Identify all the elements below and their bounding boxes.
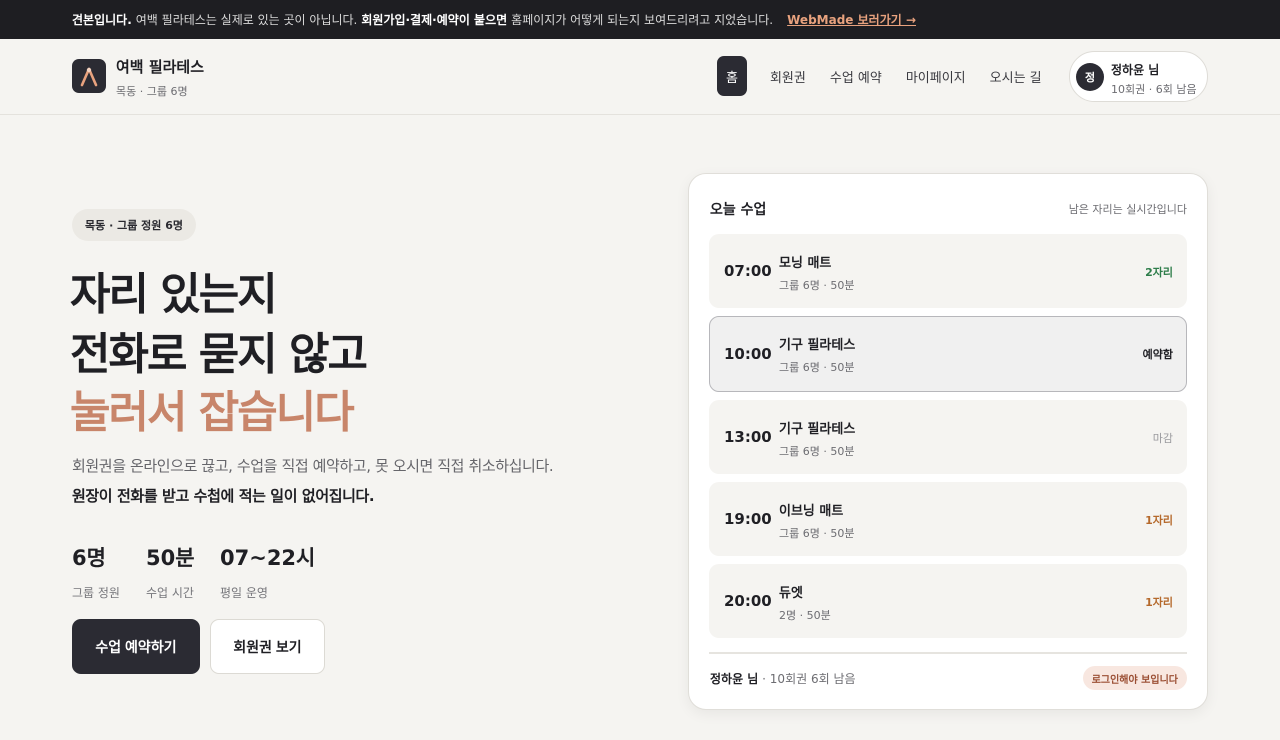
class-status: 1자리 [1145,596,1173,609]
banner-bold: 회원가입·결제·예약이 붙으면 [361,13,508,27]
class-name: 이브닝 매트 [779,504,844,519]
book-class-button[interactable]: 수업 예약하기 [72,619,200,674]
class-time: 20:00 [724,592,772,610]
login-required-badge: 로그인해야 보입니다 [1082,666,1187,690]
class-time: 13:00 [724,428,772,446]
class-status: 2자리 [1145,266,1173,279]
class-time: 07:00 [724,262,772,280]
footer-user-info: 정하윤 님 · 10회권 6회 남음 [710,670,856,687]
class-status: 예약함 [1142,348,1173,361]
class-meta: 그룹 6명 · 50분 [779,527,855,540]
location-pill: 목동 · 그룹 정원 6명 [72,209,196,241]
class-name: 듀엣 [779,586,803,601]
user-account-chip[interactable]: 정 정하윤 님 10회권 · 6회 남음 [1069,51,1208,102]
user-remaining-sessions: 10회권 · 6회 남음 [1111,83,1197,96]
footer-user-name: 정하윤 님 [710,672,759,686]
class-row[interactable]: 19:00 이브닝 매트 그룹 6명 · 50분 1자리 [709,482,1187,556]
nav-mypage[interactable]: 마이페이지 [894,56,978,96]
class-time: 19:00 [724,510,772,528]
nav-directions[interactable]: 오시는 길 [978,56,1054,96]
main-nav: 홈 회원권 수업 예약 마이페이지 오시는 길 [717,56,1054,96]
nav-home[interactable]: 홈 [717,56,747,96]
stat-value: 07~22시 [220,546,316,570]
stat-capacity: 6명 그룹 정원 [72,542,120,601]
class-row-booked[interactable]: 10:00 기구 필라테스 그룹 6명 · 50분 예약함 [709,316,1187,392]
class-status: 마감 [1152,432,1173,445]
view-membership-button[interactable]: 회원권 보기 [210,619,325,674]
class-row[interactable]: 20:00 듀엣 2명 · 50분 1자리 [709,564,1187,638]
stat-value: 50분 [146,546,195,570]
class-name: 기구 필라테스 [779,422,856,437]
today-schedule-card: 오늘 수업 남은 자리는 실시간입니다 07:00 모닝 매트 그룹 6명 · … [688,173,1208,710]
class-row[interactable]: 07:00 모닝 매트 그룹 6명 · 50분 2자리 [709,234,1187,308]
banner-text: 여백 필라테스는 실제로 있는 곳이 아닙니다. [135,13,358,27]
footer-remaining: · 10회권 6회 남음 [762,672,856,686]
class-meta: 그룹 6명 · 50분 [779,445,855,458]
class-meta: 그룹 6명 · 50분 [779,279,855,292]
brand-name[interactable]: 여백 필라테스 [116,56,204,77]
class-name: 모닝 매트 [779,256,832,271]
top-banner: 견본입니다. 여백 필라테스는 실제로 있는 곳이 아닙니다. 회원가입·결제·… [0,0,1280,39]
webmade-link[interactable]: WebMade 보러가기 → [787,11,916,28]
stat-value: 6명 [72,546,106,570]
hero-title-line-1: 자리 있는지 [70,269,278,320]
class-row-full: 13:00 기구 필라테스 그룹 6명 · 50분 마감 [709,400,1187,474]
user-name: 정하윤 님 [1111,63,1160,77]
hero-description-bold: 원장이 전화를 받고 수첩에 적는 일이 없어집니다. [72,487,375,505]
nav-class-booking[interactable]: 수업 예약 [818,56,894,96]
banner-text-2: 홈페이지가 어떻게 되는지 보여드리려고 지었습니다. [511,13,774,27]
hero-title-line-3: 눌러서 잡습니다 [70,387,355,438]
class-meta: 2명 · 50분 [779,609,831,622]
logo-icon[interactable] [72,59,106,93]
stat-label: 그룹 정원 [72,586,120,600]
hero-title-line-2: 전화로 묻지 않고 [70,329,368,380]
card-title: 오늘 수업 [710,202,767,218]
class-status: 1자리 [1145,514,1173,527]
stat-label: 수업 시간 [146,586,194,600]
card-note: 남은 자리는 실시간입니다 [1068,203,1187,216]
site-header: 여백 필라테스 목동 · 그룹 6명 홈 회원권 수업 예약 마이페이지 오시는… [0,39,1280,115]
card-divider [709,652,1187,654]
class-name: 기구 필라테스 [779,338,856,353]
hero-description: 회원권을 온라인으로 끊고, 수업을 직접 예약하고, 못 오시면 직접 취소하… [72,457,554,475]
avatar: 정 [1076,63,1104,91]
stat-label: 평일 운영 [220,586,268,600]
brand-subtitle: 목동 · 그룹 6명 [116,85,188,98]
stat-duration: 50분 수업 시간 [146,542,195,601]
class-time: 10:00 [724,345,772,363]
stat-hours: 07~22시 평일 운영 [220,542,315,601]
banner-lead: 견본입니다. [72,13,132,27]
nav-membership[interactable]: 회원권 [758,56,818,96]
class-meta: 그룹 6명 · 50분 [779,361,855,374]
